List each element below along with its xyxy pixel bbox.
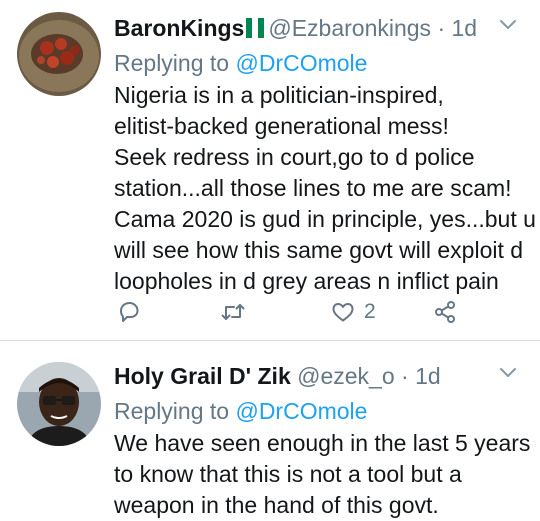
tweet-text-line: elitist-backed generational mess!: [114, 113, 449, 139]
tweet-text-line: Cama 2020 is gud in principle, yes...but…: [114, 206, 536, 232]
tweet-header: Holy Grail D' Zik @ezek_o · 1d: [114, 358, 520, 394]
nigeria-flag-icon: [246, 12, 265, 38]
tweet-text-line: We have seen enough in the last 5 years: [114, 430, 531, 456]
retweet-button[interactable]: [220, 292, 246, 332]
separator-dot: ·: [401, 363, 409, 389]
tweet[interactable]: BaronKings @Ezbaronkings · 1d Replying to…: [0, 0, 540, 340]
display-name[interactable]: BaronKings: [114, 15, 244, 41]
chevron-down-icon[interactable]: [496, 360, 520, 384]
avatar[interactable]: [17, 362, 101, 446]
tweet-text-line: weapon in the hand of this govt.: [114, 492, 439, 518]
tweet-content: Holy Grail D' Zik @ezek_o · 1d Replying …: [114, 358, 531, 521]
share-icon: [435, 301, 455, 323]
mention-link[interactable]: @DrCOmole: [235, 398, 367, 424]
user-handle[interactable]: @ezek_o: [297, 363, 395, 389]
tweet-text: We have seen enough in the last 5 years …: [114, 428, 531, 521]
user-handle[interactable]: @Ezbaronkings: [268, 15, 431, 41]
timestamp[interactable]: 1d: [415, 363, 441, 389]
tweet-actions: 2: [114, 292, 474, 332]
reply-icon: [120, 302, 139, 322]
tweet-text-line: Nigeria is in a politician-inspired,: [114, 82, 444, 108]
tweet[interactable]: Holy Grail D' Zik @ezek_o · 1d Replying …: [0, 340, 540, 518]
separator-dot: ·: [437, 15, 446, 41]
mention-link[interactable]: @DrCOmole: [235, 50, 367, 76]
replying-to: Replying to @DrCOmole: [114, 46, 520, 80]
tweet-header: BaronKings @Ezbaronkings · 1d: [114, 10, 520, 46]
tweet-text-line: station...all those lines to me are scam…: [114, 175, 512, 201]
replying-to: Replying to @DrCOmole: [114, 394, 520, 428]
tweet-text-line: to know that this is not a tool but a: [114, 461, 462, 487]
retweet-icon: [221, 304, 245, 320]
timestamp[interactable]: 1d: [452, 15, 478, 41]
replying-label: Replying to: [114, 398, 230, 424]
tweet-text: Nigeria is in a politician-inspired, eli…: [114, 80, 536, 297]
tweet-content: BaronKings @Ezbaronkings · 1d Replying to…: [114, 10, 536, 297]
chevron-down-icon[interactable]: [496, 12, 520, 36]
tweet-text-line: Seek redress in court,go to d police: [114, 144, 475, 170]
replying-label: Replying to: [114, 50, 230, 76]
reply-button[interactable]: [116, 292, 142, 332]
like-button[interactable]: 2: [330, 292, 376, 332]
display-name[interactable]: Holy Grail D' Zik: [114, 363, 291, 389]
like-count: 2: [364, 300, 376, 323]
share-button[interactable]: [432, 292, 458, 332]
avatar[interactable]: [17, 12, 101, 96]
tweet-text-line: will see how this same govt will exploit…: [114, 237, 524, 263]
like-icon: [332, 303, 354, 322]
